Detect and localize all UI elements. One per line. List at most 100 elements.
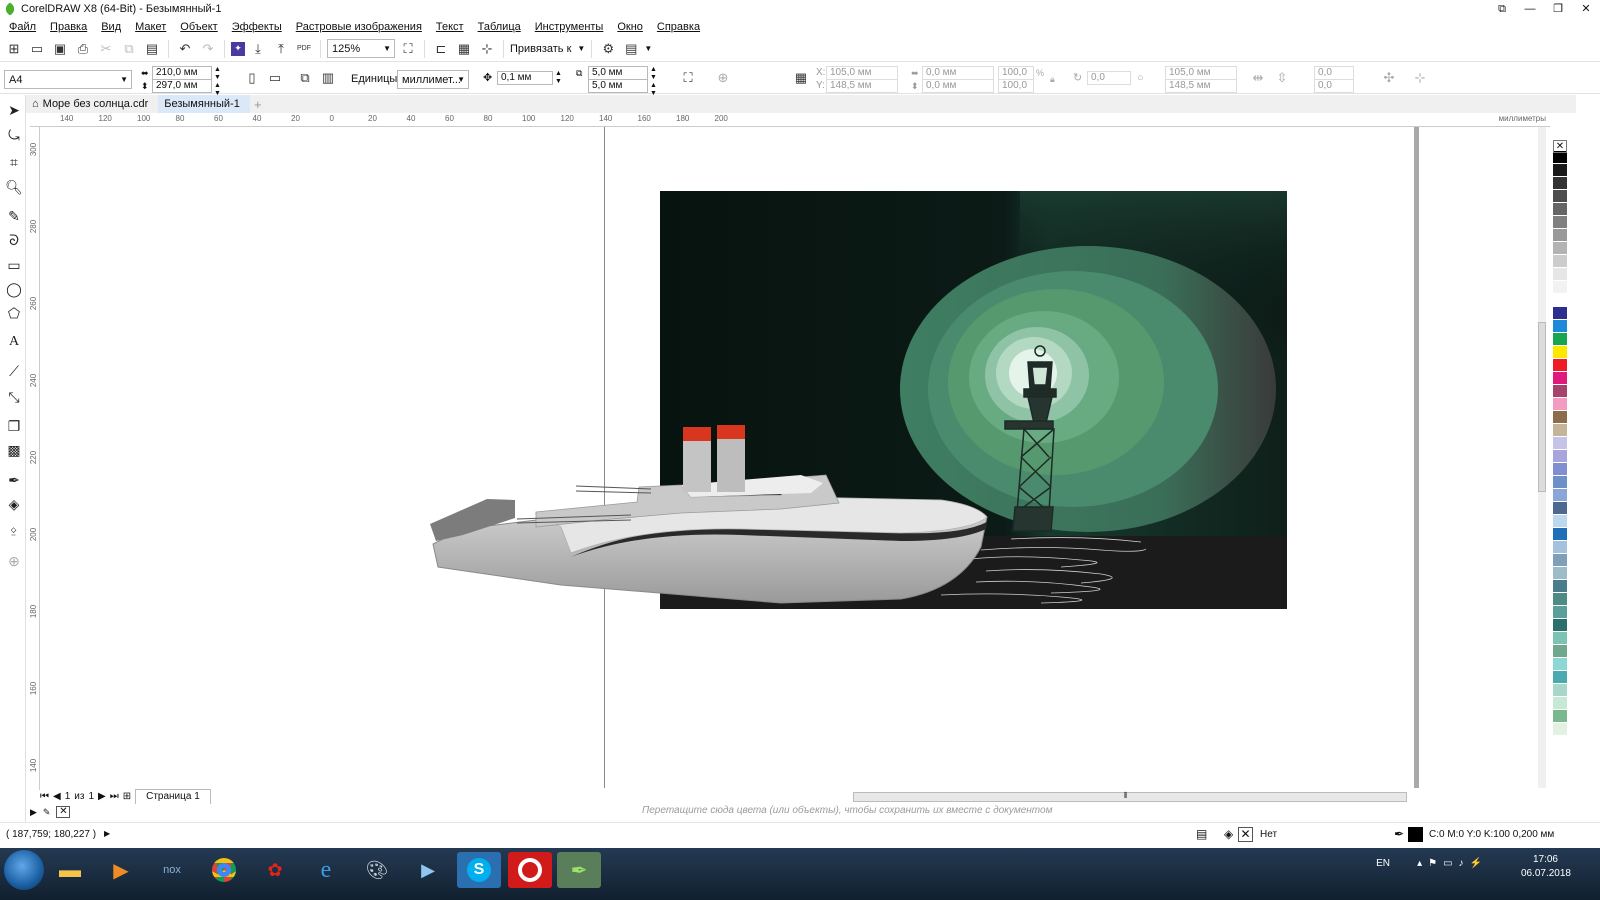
center-y-field[interactable]: 148,5 мм <box>1165 79 1237 93</box>
vertical-ruler[interactable]: 300 280 260 240 220 200 180 160 140 <box>26 127 40 790</box>
color-swatch[interactable] <box>1553 632 1567 645</box>
next-page-icon[interactable]: ▶ <box>98 791 106 802</box>
new-document-icon[interactable]: ⊞ <box>4 39 24 59</box>
color-swatch[interactable] <box>1553 216 1567 229</box>
document-tab[interactable]: Безымянный-1 <box>158 95 250 113</box>
drawing-canvas[interactable] <box>41 127 1546 790</box>
media-player-icon[interactable]: ▶ <box>99 852 143 888</box>
object-origin-icon[interactable]: ▦ <box>791 68 811 88</box>
color-swatch[interactable] <box>1553 346 1567 359</box>
pick-tool-icon[interactable]: ➤ <box>5 101 23 119</box>
snap-to-dropdown[interactable]: Привязать к ▼ <box>510 43 585 55</box>
vertical-scrollbar[interactable] <box>1538 127 1546 790</box>
add-icon[interactable]: ⊕ <box>713 68 733 88</box>
color-swatch[interactable] <box>1553 684 1567 697</box>
color-swatch[interactable] <box>1553 593 1567 606</box>
color-swatch[interactable] <box>1553 411 1567 424</box>
skype-icon[interactable]: S <box>457 852 501 888</box>
duplicate-x-field[interactable]: 5,0 мм <box>588 66 648 80</box>
add-tab-icon[interactable]: + <box>250 97 266 112</box>
color-swatch[interactable] <box>1553 463 1567 476</box>
menu-item[interactable]: Инструменты <box>528 21 611 33</box>
language-indicator[interactable]: EN <box>1376 858 1390 869</box>
connector-tool-icon[interactable]: ⟋ <box>5 362 23 380</box>
color-swatch[interactable] <box>1553 333 1567 346</box>
menu-item[interactable]: Файл <box>2 21 43 33</box>
menu-item[interactable]: Таблица <box>471 21 528 33</box>
center-x-field[interactable]: 105,0 мм <box>1165 66 1237 80</box>
first-page-icon[interactable]: ⏮ <box>40 791 49 802</box>
position-y-field[interactable]: 148,5 мм <box>826 79 898 93</box>
color-swatch[interactable] <box>1553 424 1567 437</box>
tray-icons[interactable]: ▴⚑▭♪⚡ <box>1417 858 1488 869</box>
color-swatch[interactable] <box>1553 229 1567 242</box>
vertical-scroll-thumb[interactable] <box>1538 322 1546 492</box>
object-height-field[interactable]: 0,0 мм <box>922 79 994 93</box>
palette-arrow-icon[interactable]: ▶ <box>30 807 37 818</box>
opera-icon[interactable] <box>508 852 552 888</box>
spin-arrows-icon[interactable]: ▲ ▼ ▲ ▼ <box>214 66 221 98</box>
no-color-swatch[interactable]: ✕ <box>1553 140 1567 153</box>
color-swatch[interactable] <box>1553 164 1567 177</box>
color-swatch[interactable] <box>1553 606 1567 619</box>
eyedropper-icon[interactable]: ✒ <box>5 471 23 489</box>
color-swatch[interactable] <box>1553 268 1567 281</box>
page-tab[interactable]: Страница 1 <box>135 788 211 804</box>
color-swatch[interactable] <box>1553 541 1567 554</box>
text-tool-icon[interactable]: A <box>5 333 23 351</box>
color-swatch[interactable] <box>1553 658 1567 671</box>
page-height-field[interactable]: 297,0 мм <box>152 79 212 93</box>
application-launcher-icon[interactable]: ▤ <box>621 39 641 59</box>
export-icon[interactable]: ⤒ <box>271 39 291 59</box>
skew-x-field[interactable]: 0,0 <box>1314 66 1354 80</box>
clock-date[interactable]: 06.07.2018 <box>1521 868 1571 879</box>
color-swatch[interactable] <box>1553 398 1567 411</box>
restore-help-icon[interactable]: ⧉ <box>1488 0 1516 18</box>
open-folder-icon[interactable]: ▭ <box>27 39 47 59</box>
color-swatch[interactable] <box>1553 177 1567 190</box>
start-button[interactable] <box>4 850 44 890</box>
color-swatch[interactable] <box>1553 697 1567 710</box>
color-swatch[interactable] <box>1553 580 1567 593</box>
video-app-icon[interactable]: ▶ <box>406 852 450 888</box>
color-swatch[interactable] <box>1553 567 1567 580</box>
interactive-fill-icon[interactable]: ◈ <box>5 495 23 513</box>
lock-ratio-icon[interactable]: 🔒︎ <box>1050 72 1055 86</box>
current-page-icon[interactable]: ▥ <box>318 68 338 88</box>
coreldraw-taskbar-icon[interactable]: ✒ <box>557 852 601 888</box>
all-pages-icon[interactable]: ⧉ <box>295 68 315 88</box>
rectangle-tool-icon[interactable]: ▭ <box>5 256 23 274</box>
landscape-icon[interactable]: ▭ <box>265 68 285 88</box>
menu-item[interactable]: Эффекты <box>225 21 289 33</box>
mirror-horizontal-icon[interactable]: ⇹ <box>1248 68 1268 88</box>
transparency-icon[interactable]: ▩ <box>5 441 23 459</box>
import-icon[interactable]: ⤓ <box>248 39 268 59</box>
nox-icon[interactable]: nox <box>150 852 194 888</box>
minimize-button[interactable]: — <box>1516 0 1544 18</box>
menu-item[interactable]: Объект <box>173 21 224 33</box>
transform-icon[interactable]: ✣ <box>1379 68 1399 88</box>
paste-icon[interactable]: ▤ <box>142 39 162 59</box>
treat-as-filled-icon[interactable]: ⛶ <box>678 68 698 88</box>
color-swatch[interactable] <box>1553 203 1567 216</box>
show-grid-icon[interactable]: ▦ <box>454 39 474 59</box>
color-swatch[interactable] <box>1553 476 1567 489</box>
color-swatch[interactable] <box>1553 619 1567 632</box>
color-swatch[interactable] <box>1553 359 1567 372</box>
document-palette[interactable]: ▶ ✎ ✕ Перетащите сюда цвета (или объекты… <box>30 804 1550 820</box>
menu-item[interactable]: Вид <box>94 21 128 33</box>
show-rulers-icon[interactable]: ⊏ <box>431 39 451 59</box>
menu-item[interactable]: Справка <box>650 21 707 33</box>
color-swatch[interactable] <box>1553 242 1567 255</box>
no-fill-swatch[interactable]: ✕ <box>56 806 71 818</box>
portrait-icon[interactable]: ▯ <box>242 68 262 88</box>
acrobat-icon[interactable]: ✿ <box>253 852 297 888</box>
color-swatch[interactable] <box>1553 320 1567 333</box>
internet-explorer-icon[interactable]: e <box>304 852 348 888</box>
page-size-combo[interactable]: A4 ▼ <box>4 70 132 89</box>
smart-fill-icon[interactable]: ⍚ <box>5 519 23 537</box>
color-swatch[interactable] <box>1553 437 1567 450</box>
color-swatch[interactable] <box>1553 671 1567 684</box>
search-content-icon[interactable]: ✦ <box>231 41 245 56</box>
cut-icon[interactable]: ✂ <box>96 39 116 59</box>
